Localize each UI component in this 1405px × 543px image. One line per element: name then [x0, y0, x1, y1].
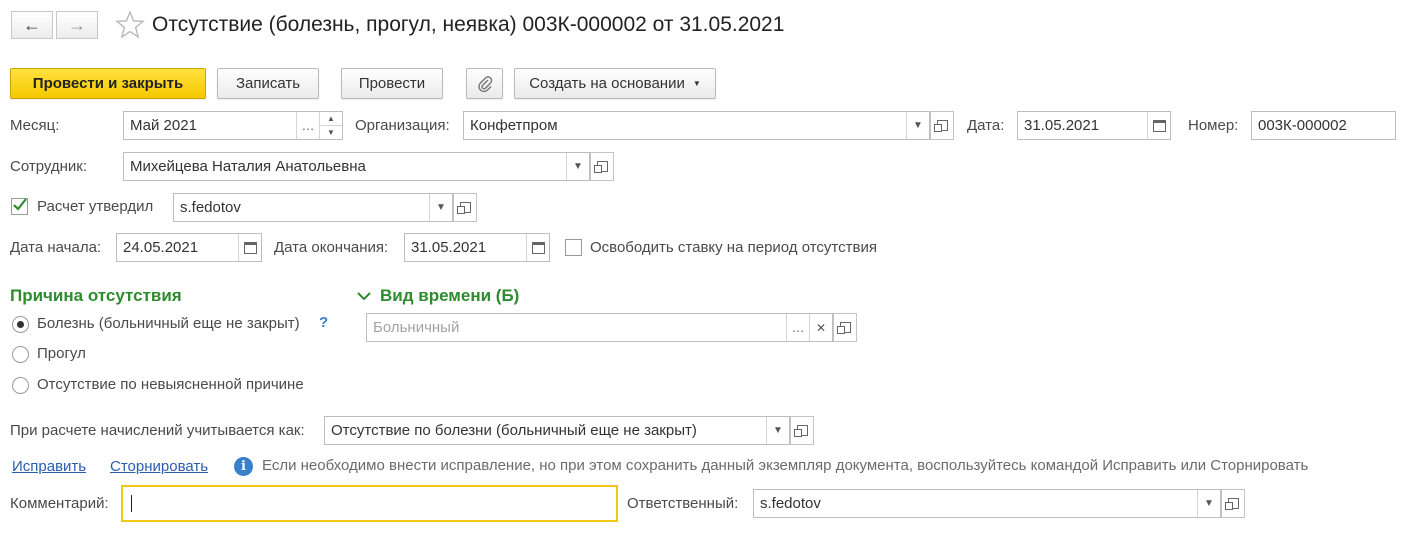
dropdown-arrow-icon[interactable]: ▼	[906, 112, 929, 139]
dropdown-arrow-icon[interactable]: ▼	[766, 417, 789, 444]
page-title: Отсутствие (болезнь, прогул, неявка) 003…	[152, 13, 785, 36]
fix-link[interactable]: Исправить	[12, 458, 86, 475]
end-date-label: Дата окончания:	[274, 239, 389, 256]
arrow-left-icon: ←	[23, 14, 41, 35]
dropdown-arrow-icon: ▼	[692, 79, 701, 88]
approved-label: Расчет утвердил	[37, 198, 154, 215]
attach-button[interactable]	[466, 68, 503, 99]
post-button[interactable]: Провести	[341, 68, 443, 99]
chevron-down-icon[interactable]	[357, 290, 371, 302]
calendar-icon	[1152, 119, 1166, 132]
spin-up-icon[interactable]: ▲	[320, 112, 342, 126]
accrual-open-button[interactable]	[790, 416, 814, 445]
organization-value: Конфетпром	[470, 117, 558, 134]
employee-value: Михейцева Наталия Анатольевна	[130, 158, 366, 175]
responsible-value: s.fedotov	[760, 495, 821, 512]
organization-field[interactable]: Конфетпром ▼	[463, 111, 930, 140]
employee-open-button[interactable]	[590, 152, 614, 181]
clear-button[interactable]: ✕	[809, 314, 832, 341]
approved-by-value: s.fedotov	[180, 199, 241, 216]
ellipsis-icon: …	[791, 320, 805, 335]
responsible-open-button[interactable]	[1221, 489, 1245, 518]
time-kind-open-button[interactable]	[833, 313, 857, 342]
calendar-button[interactable]	[238, 234, 261, 261]
open-window-icon	[593, 161, 608, 173]
calendar-button[interactable]	[1147, 112, 1170, 139]
organization-open-button[interactable]	[930, 111, 954, 140]
open-window-icon	[836, 322, 851, 334]
ellipsis-icon: …	[301, 118, 315, 133]
comment-label: Комментарий:	[10, 495, 109, 512]
date-label: Дата:	[967, 117, 1005, 134]
calendar-button[interactable]	[526, 234, 549, 261]
reason-label-sick: Болезнь (больничный еще не закрыт)	[37, 315, 300, 332]
approved-by-field[interactable]: s.fedotov ▼	[173, 193, 453, 222]
end-date-value: 31.05.2021	[411, 239, 487, 256]
select-more-button[interactable]: …	[786, 314, 809, 341]
text-caret	[131, 495, 132, 512]
time-kind-field[interactable]: Больничный … ✕	[366, 313, 833, 342]
open-window-icon	[793, 425, 808, 437]
accrual-value: Отсутствие по болезни (больничный еще не…	[331, 422, 697, 439]
organization-label: Организация:	[355, 117, 450, 134]
create-based-on-label: Создать на основании	[529, 75, 685, 92]
end-date-field[interactable]: 31.05.2021	[404, 233, 550, 262]
month-field[interactable]: Май 2021 … ▲ ▼	[123, 111, 343, 140]
date-field[interactable]: 31.05.2021	[1017, 111, 1171, 140]
time-kind-placeholder: Больничный	[373, 319, 460, 336]
reason-radio-sick[interactable]	[12, 316, 29, 333]
employee-field[interactable]: Михейцева Наталия Анатольевна ▼	[123, 152, 590, 181]
reason-label-unknown: Отсутствие по невыясненной причине	[37, 376, 304, 393]
help-icon[interactable]: ?	[319, 314, 328, 331]
number-field[interactable]: 003К-000002	[1251, 111, 1396, 140]
month-label: Месяц:	[10, 117, 60, 134]
month-spinner[interactable]: ▲ ▼	[319, 112, 342, 139]
release-rate-checkbox[interactable]	[565, 239, 582, 256]
calendar-icon	[531, 241, 545, 254]
start-date-value: 24.05.2021	[123, 239, 199, 256]
star-icon[interactable]	[115, 10, 145, 40]
reason-radio-truancy[interactable]	[12, 346, 29, 363]
start-date-label: Дата начала:	[10, 239, 102, 256]
date-value: 31.05.2021	[1024, 117, 1100, 134]
accrual-field[interactable]: Отсутствие по болезни (больничный еще не…	[324, 416, 790, 445]
responsible-field[interactable]: s.fedotov ▼	[753, 489, 1221, 518]
accrual-label: При расчете начислений учитывается как:	[10, 422, 305, 439]
select-more-button[interactable]: …	[296, 112, 319, 139]
comment-input[interactable]	[121, 485, 618, 522]
responsible-label: Ответственный:	[627, 495, 739, 512]
number-value: 003К-000002	[1258, 117, 1347, 134]
create-based-on-button[interactable]: Создать на основании ▼	[514, 68, 716, 99]
dropdown-arrow-icon[interactable]: ▼	[1197, 490, 1220, 517]
approved-by-open-button[interactable]	[453, 193, 477, 222]
spin-down-icon[interactable]: ▼	[320, 126, 342, 139]
number-label: Номер:	[1188, 117, 1239, 134]
calendar-icon	[243, 241, 257, 254]
reason-label-truancy: Прогул	[37, 345, 86, 362]
dropdown-arrow-icon[interactable]: ▼	[566, 153, 589, 180]
close-icon: ✕	[815, 320, 827, 335]
arrow-right-icon: →	[68, 14, 86, 35]
start-date-field[interactable]: 24.05.2021	[116, 233, 262, 262]
paperclip-icon	[477, 75, 492, 92]
storno-link[interactable]: Сторнировать	[110, 458, 208, 475]
save-button[interactable]: Записать	[217, 68, 319, 99]
time-kind-section-title: Вид времени (Б)	[380, 286, 520, 305]
dropdown-arrow-icon[interactable]: ▼	[429, 194, 452, 221]
release-rate-label: Освободить ставку на период отсутствия	[590, 239, 877, 256]
approved-checkbox[interactable]	[11, 198, 28, 215]
open-window-icon	[1224, 498, 1239, 510]
back-button[interactable]: ←	[11, 11, 53, 39]
info-text: Если необходимо внести исправление, но п…	[262, 457, 1309, 474]
open-window-icon	[933, 120, 948, 132]
forward-button[interactable]: →	[56, 11, 98, 39]
post-and-close-button[interactable]: Провести и закрыть	[10, 68, 206, 99]
open-window-icon	[456, 202, 471, 214]
employee-label: Сотрудник:	[10, 158, 88, 175]
month-value: Май 2021	[130, 117, 197, 134]
reason-radio-unknown[interactable]	[12, 377, 29, 394]
checkmark-icon	[13, 198, 27, 211]
reason-section-title: Причина отсутствия	[10, 286, 182, 305]
info-icon: i	[234, 457, 253, 476]
